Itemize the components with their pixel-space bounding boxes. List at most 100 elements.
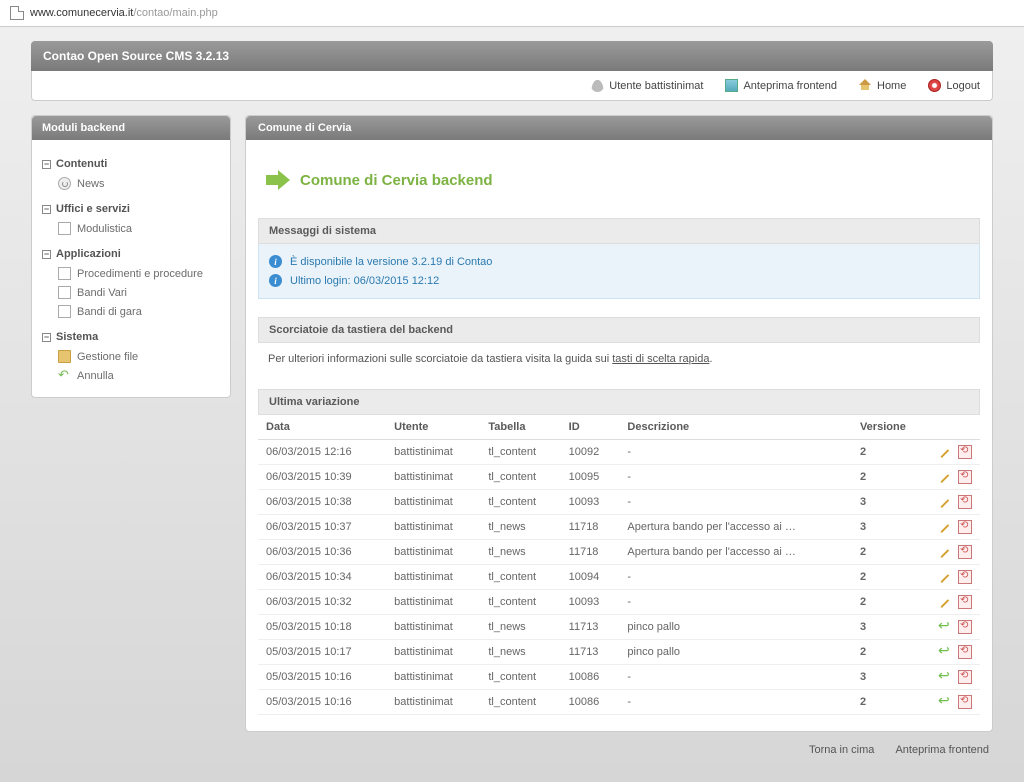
info-icon: i: [269, 255, 282, 268]
news-icon: [58, 177, 71, 190]
undo-icon[interactable]: [938, 620, 952, 634]
edit-icon[interactable]: [938, 595, 952, 609]
sidebar-group[interactable]: −Applicazioni: [42, 248, 220, 260]
table-row: 06/03/2015 10:37battistinimattl_news1171…: [258, 515, 980, 540]
table-row: 06/03/2015 12:16battistinimattl_content1…: [258, 440, 980, 465]
col-user: Utente: [386, 415, 480, 440]
cell-table: tl_content: [480, 590, 560, 615]
sidebar-group-label: Applicazioni: [56, 248, 121, 260]
main-title: Comune di Cervia: [246, 116, 992, 140]
restore-icon[interactable]: [958, 595, 972, 609]
cell-user: battistinimat: [386, 490, 480, 515]
cell-table: tl_content: [480, 465, 560, 490]
cell-id: 10094: [561, 565, 620, 590]
logout-link[interactable]: Logout: [928, 79, 980, 92]
home-icon: [859, 79, 872, 92]
sidebar-group[interactable]: −Sistema: [42, 331, 220, 343]
sidebar-item-label: Bandi di gara: [77, 306, 142, 318]
cell-user: battistinimat: [386, 565, 480, 590]
table-row: 05/03/2015 10:16battistinimattl_content1…: [258, 690, 980, 715]
frontend-preview-link[interactable]: Anteprima frontend: [725, 79, 837, 92]
restore-icon[interactable]: [958, 670, 972, 684]
browser-address-bar: www.comunecervia.it/contao/main.php: [0, 0, 1024, 27]
edit-icon[interactable]: [938, 545, 952, 559]
cell-desc: Apertura bando per l'accesso ai …: [619, 515, 852, 540]
cell-date: 06/03/2015 10:39: [258, 465, 386, 490]
restore-icon[interactable]: [958, 495, 972, 509]
sidebar-title: Moduli backend: [32, 116, 230, 140]
edit-icon[interactable]: [938, 520, 952, 534]
last-change-header: Ultima variazione: [258, 389, 980, 415]
restore-icon[interactable]: [958, 520, 972, 534]
sidebar-item[interactable]: News: [42, 174, 220, 193]
edit-icon[interactable]: [938, 470, 952, 484]
cell-table: tl_content: [480, 565, 560, 590]
restore-icon[interactable]: [958, 645, 972, 659]
edit-icon[interactable]: [938, 445, 952, 459]
cell-date: 05/03/2015 10:16: [258, 665, 386, 690]
cell-id: 11713: [561, 640, 620, 665]
sidebar-item[interactable]: Gestione file: [42, 347, 220, 366]
footer-preview-link[interactable]: Anteprima frontend: [895, 744, 989, 756]
undo-icon[interactable]: [938, 645, 952, 659]
cell-id: 10092: [561, 440, 620, 465]
col-table: Tabella: [480, 415, 560, 440]
welcome-headline: Comune di Cervia backend: [266, 170, 980, 190]
cell-user: battistinimat: [386, 540, 480, 565]
sidebar-item[interactable]: Bandi Vari: [42, 283, 220, 302]
user-link[interactable]: Utente battistinimat: [591, 79, 703, 92]
restore-icon[interactable]: [958, 545, 972, 559]
sidebar-group[interactable]: −Uffici e servizi: [42, 203, 220, 215]
page-file-icon: [10, 6, 24, 20]
cell-date: 05/03/2015 10:18: [258, 615, 386, 640]
top-nav: Utente battistinimat Anteprima frontend …: [31, 71, 993, 101]
sidebar-group[interactable]: −Contenuti: [42, 158, 220, 170]
cell-table: tl_news: [480, 540, 560, 565]
info-icon: i: [269, 274, 282, 287]
restore-icon[interactable]: [958, 445, 972, 459]
collapse-icon: −: [42, 205, 51, 214]
sidebar-item-label: Bandi Vari: [77, 287, 127, 299]
table-row: 05/03/2015 10:16battistinimattl_content1…: [258, 665, 980, 690]
cell-version: 3: [852, 615, 930, 640]
back-to-top-link[interactable]: Torna in cima: [809, 744, 874, 756]
restore-icon[interactable]: [958, 620, 972, 634]
cell-version: 2: [852, 590, 930, 615]
system-message: iUltimo login: 06/03/2015 12:12: [269, 271, 969, 290]
app-title-bar: Contao Open Source CMS 3.2.13: [31, 41, 993, 71]
cell-desc: -: [619, 490, 852, 515]
sidebar-item[interactable]: Bandi di gara: [42, 302, 220, 321]
cell-desc: -: [619, 465, 852, 490]
cell-user: battistinimat: [386, 440, 480, 465]
system-messages-header: Messaggi di sistema: [258, 218, 980, 244]
url: www.comunecervia.it/contao/main.php: [30, 7, 218, 19]
edit-icon[interactable]: [938, 495, 952, 509]
sidebar-item[interactable]: Procedimenti e procedure: [42, 264, 220, 283]
cell-version: 2: [852, 440, 930, 465]
restore-icon[interactable]: [958, 570, 972, 584]
cell-user: battistinimat: [386, 690, 480, 715]
table-row: 05/03/2015 10:18battistinimattl_news1171…: [258, 615, 980, 640]
monitor-icon: [725, 79, 738, 92]
sidebar-item[interactable]: Annulla: [42, 366, 220, 385]
edit-icon[interactable]: [938, 570, 952, 584]
cell-id: 10095: [561, 465, 620, 490]
restore-icon[interactable]: [958, 695, 972, 709]
cell-desc: -: [619, 565, 852, 590]
cell-user: battistinimat: [386, 590, 480, 615]
shortcuts-text: Per ulteriori informazioni sulle scorcia…: [258, 343, 980, 375]
undo-icon[interactable]: [938, 670, 952, 684]
page-icon: [58, 222, 71, 235]
sidebar-item[interactable]: Modulistica: [42, 219, 220, 238]
restore-icon[interactable]: [958, 470, 972, 484]
table-row: 05/03/2015 10:17battistinimattl_news1171…: [258, 640, 980, 665]
sidebar-group-label: Contenuti: [56, 158, 107, 170]
undo-icon[interactable]: [938, 695, 952, 709]
home-link[interactable]: Home: [859, 79, 906, 92]
cell-desc: pinco pallo: [619, 615, 852, 640]
col-version: Versione: [852, 415, 930, 440]
cell-table: tl_content: [480, 440, 560, 465]
shortcuts-guide-link[interactable]: tasti di scelta rapida: [612, 353, 709, 365]
table-row: 06/03/2015 10:34battistinimattl_content1…: [258, 565, 980, 590]
cell-desc: -: [619, 440, 852, 465]
